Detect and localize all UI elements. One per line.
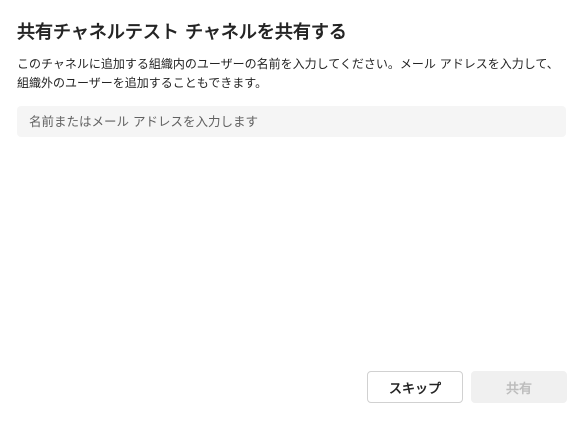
share-button[interactable]: 共有 bbox=[471, 371, 567, 403]
dialog-title: 共有チャネルテスト チャネルを共有する bbox=[17, 22, 347, 43]
people-search-input[interactable] bbox=[17, 106, 566, 137]
dialog-description: このチャネルに追加する組織内のユーザーの名前を入力してください。メール アドレス… bbox=[17, 57, 559, 90]
share-channel-dialog: 共有チャネルテスト チャネルを共有する このチャネルに追加する組織内のユーザーの… bbox=[0, 0, 582, 425]
skip-button[interactable]: スキップ bbox=[367, 371, 463, 403]
